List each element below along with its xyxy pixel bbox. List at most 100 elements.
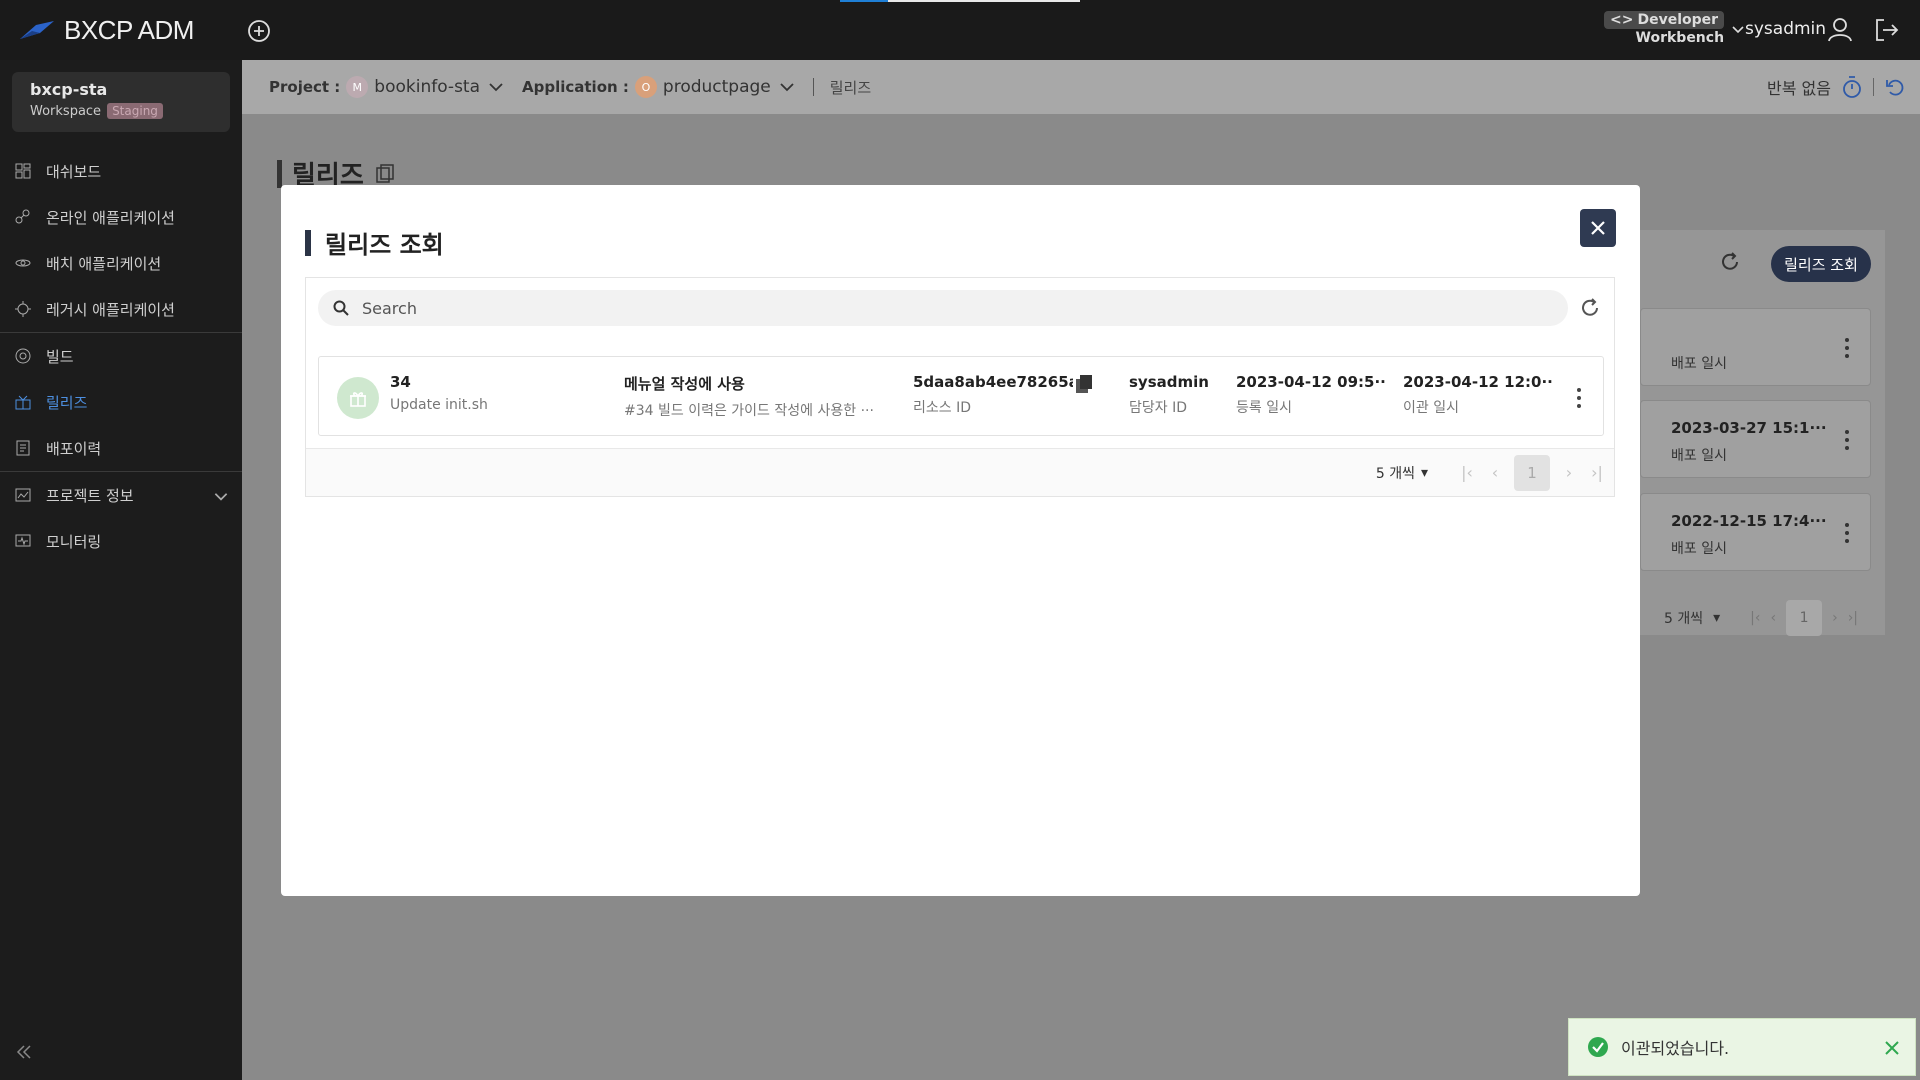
first-page-icon[interactable]: |‹ [1458, 463, 1476, 482]
workspace-label: Workspace [30, 103, 102, 119]
transferred-date: 2023-04-12 12:0··· [1403, 373, 1553, 391]
release-card[interactable]: 2023-03-27 15:1··· 배포 일시 [1640, 400, 1871, 478]
online-app-icon [15, 209, 30, 224]
deploy-history-icon [16, 440, 30, 456]
next-page-icon[interactable]: › [1832, 610, 1838, 626]
prev-page-icon[interactable]: ‹ [1770, 610, 1776, 626]
first-page-icon[interactable]: |‹ [1750, 610, 1760, 626]
modal-close-button[interactable] [1580, 209, 1616, 247]
application-avatar: O [634, 76, 657, 98]
copy-icon[interactable] [374, 163, 396, 185]
prev-page-icon[interactable]: ‹ [1486, 463, 1504, 482]
collapse-sidebar-icon[interactable] [14, 1042, 34, 1062]
workspace-name: bxcp-sta [30, 80, 108, 99]
next-page-icon[interactable]: › [1560, 463, 1578, 482]
sidebar-item-release[interactable]: 릴리즈 [0, 379, 242, 425]
build-icon [15, 348, 31, 364]
workbench-label: Workbench [1635, 30, 1725, 46]
refresh-icon[interactable] [1718, 250, 1742, 274]
registered-date: 2023-04-12 09:5··· [1236, 373, 1386, 391]
project-value: bookinfo-sta [374, 77, 481, 97]
sidebar-item-batch-app[interactable]: 배치 애플리케이션 [0, 240, 242, 286]
transferred-label: 이관 일시 [1403, 400, 1459, 416]
release-commit: Update init.sh [390, 397, 488, 413]
more-vertical-icon[interactable] [1844, 429, 1850, 451]
resource-id-value: 5daa8ab4ee78265a··· [913, 373, 1073, 391]
last-page-icon[interactable]: ›| [1588, 463, 1606, 482]
search-input[interactable] [362, 298, 1512, 318]
context-bar: Project : M bookinfo-sta Application : O… [242, 60, 1920, 114]
more-vertical-icon[interactable] [1844, 522, 1850, 544]
brand-logo-icon [20, 21, 54, 39]
sidebar-item-project-info[interactable]: 프로젝트 정보 [0, 472, 242, 518]
release-icon [15, 395, 31, 410]
check-circle-icon [1588, 1037, 1608, 1057]
resource-id-label: 리소스 ID [913, 400, 971, 416]
per-page-select[interactable]: 5 개씩 [1664, 608, 1703, 628]
user-icon[interactable] [1826, 15, 1854, 43]
project-avatar: M [346, 76, 369, 98]
sidebar-item-deploy-history[interactable]: 배포이력 [0, 425, 242, 471]
search-bar [318, 290, 1568, 326]
per-page-select[interactable]: 5 개씩 ▾ [1376, 463, 1428, 483]
project-selector[interactable]: Project : M bookinfo-sta [269, 60, 506, 114]
owner-label: 담당자 ID [1129, 400, 1187, 416]
divider [1873, 78, 1874, 96]
breadcrumb-divider [812, 78, 814, 96]
batch-app-icon [15, 259, 31, 267]
release-avatar [337, 377, 379, 419]
release-lookup-modal: 릴리즈 조회 34 Update init.sh 메뉴얼 작성에 사용 #34 … [281, 185, 1640, 896]
developer-badge: <> Developer [1604, 11, 1725, 29]
sidebar-nav: 대쉬보드 온라인 애플리케이션 배치 애플리케이션 레거시 애플리케이션 빌드 … [0, 148, 242, 564]
workspace-badge: Staging [107, 103, 163, 119]
copy-icon[interactable] [1074, 373, 1094, 395]
background-pagination: 5 개씩 ▾ |‹ ‹ 1 › ›| [1664, 600, 1858, 636]
dashboard-icon [15, 163, 31, 179]
current-page[interactable]: 1 [1786, 600, 1823, 636]
search-icon [333, 300, 349, 316]
owner-value: sysadmin [1129, 373, 1209, 391]
release-row[interactable]: 34 Update init.sh 메뉴얼 작성에 사용 #34 빌드 이력은 … [318, 356, 1604, 436]
sidebar-item-online-app[interactable]: 온라인 애플리케이션 [0, 194, 242, 240]
refresh-icon[interactable] [1578, 296, 1602, 320]
project-info-icon [15, 488, 31, 502]
application-label: Application : [522, 78, 629, 96]
sidebar-item-dashboard[interactable]: 대쉬보드 [0, 148, 242, 194]
release-number: 34 [390, 373, 411, 391]
registered-label: 등록 일시 [1236, 400, 1292, 416]
legacy-app-icon [15, 301, 31, 317]
more-vertical-icon[interactable] [1844, 337, 1850, 359]
release-lookup-button[interactable]: 릴리즈 조회 [1771, 246, 1871, 282]
sidebar-item-legacy-app[interactable]: 레거시 애플리케이션 [0, 286, 242, 332]
caret-down-icon: ▾ [1420, 464, 1428, 481]
workspace-card[interactable]: bxcp-sta Workspace Staging [12, 72, 230, 132]
brand-name: BXCP ADM [64, 14, 194, 45]
code-icon: <> [1610, 12, 1634, 28]
sidebar: bxcp-sta Workspace Staging 대쉬보드 온라인 애플리케… [0, 60, 242, 1080]
application-selector[interactable]: Application : O productpage 릴리즈 [522, 60, 871, 114]
project-label: Project : [269, 78, 341, 96]
close-icon[interactable] [1883, 1039, 1901, 1057]
chevron-down-icon [780, 83, 794, 92]
current-page[interactable]: 1 [1514, 454, 1550, 491]
brand[interactable]: BXCP ADM [18, 14, 194, 46]
undo-refresh-icon[interactable] [1884, 76, 1906, 98]
repeat-setting[interactable]: 반복 없음 [1767, 75, 1831, 99]
top-bar: BXCP ADM <> Developer Workbench sysadmin [0, 0, 1920, 60]
sidebar-item-build[interactable]: 빌드 [0, 333, 242, 379]
sidebar-item-monitoring[interactable]: 모니터링 [0, 518, 242, 564]
add-circle-icon[interactable] [246, 18, 272, 44]
chevron-down-icon[interactable] [212, 487, 230, 505]
success-toast: 이관되었습니다. [1568, 1018, 1916, 1076]
timer-icon[interactable] [1841, 75, 1863, 99]
last-page-icon[interactable]: ›| [1848, 610, 1858, 626]
release-card[interactable]: 2022-12-15 17:4··· 배포 일시 [1640, 493, 1871, 571]
modal-title: 릴리즈 조회 [305, 225, 444, 260]
release-list-panel: 34 Update init.sh 메뉴얼 작성에 사용 #34 빌드 이력은 … [305, 277, 1615, 497]
developer-workbench-switch[interactable]: <> Developer Workbench [1604, 11, 1746, 46]
logout-icon[interactable] [1872, 16, 1900, 44]
chevron-down-icon [489, 83, 503, 92]
pagination: 5 개씩 ▾ |‹ ‹ 1 › ›| [306, 448, 1614, 496]
more-vertical-icon[interactable] [1575, 387, 1583, 409]
release-card[interactable]: 배포 일시 [1640, 308, 1871, 386]
